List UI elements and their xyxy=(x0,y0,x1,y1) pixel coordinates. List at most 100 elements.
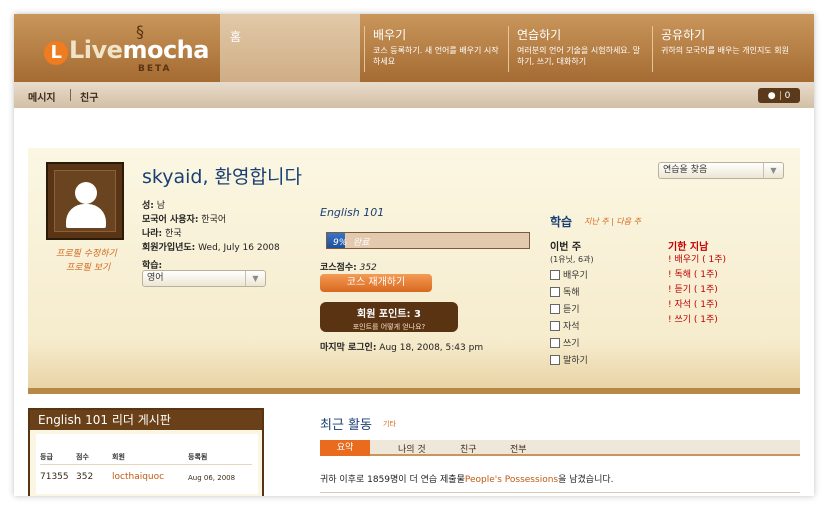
nav-learn-title: 배우기 xyxy=(373,28,407,42)
page-frame: § L Livemocha BETA 홈 배우기 코스 등록하기. 새 언어를 배… xyxy=(14,14,814,496)
tab-friends[interactable]: 친구 xyxy=(460,442,477,455)
overdue-item[interactable]: ! 독해 ( 1주) xyxy=(668,267,718,280)
row-score: 352 xyxy=(76,472,94,482)
top-header: § L Livemocha BETA 홈 배우기 코스 등록하기. 새 언어를 배… xyxy=(14,14,814,82)
logo-beta: BETA xyxy=(138,64,172,74)
overdue-item[interactable]: ! 듣기 ( 1주) xyxy=(668,282,718,295)
leaderboard-title: English 101 리더 게시판 xyxy=(30,410,262,430)
tab-all[interactable]: 전부 xyxy=(510,442,527,455)
nav-tab-share[interactable]: 공유하기 귀하의 모국어를 배우는 개인지도 회원 xyxy=(652,26,791,72)
leaderboard-panel: English 101 리더 게시판 등급 점수 회원 등록됨 71355 35… xyxy=(28,408,264,496)
messages-link[interactable]: 메시지 xyxy=(28,89,56,104)
counter-value: 0 xyxy=(784,90,791,101)
checkbox[interactable] xyxy=(550,286,560,297)
row-user-link[interactable]: locthaiquoc xyxy=(112,472,164,482)
task-label: 말하기 xyxy=(563,356,588,366)
activity-text-suffix: 을 남겼습니다. xyxy=(558,475,614,485)
tab-mine[interactable]: 나의 것 xyxy=(398,442,426,455)
view-profile-link[interactable]: 프로필 보기 xyxy=(66,260,110,273)
nav-tab-learn[interactable]: 배우기 코스 등록하기. 새 언어를 배우기 시작하세요 xyxy=(364,26,503,72)
find-practice-select[interactable]: 연습을 찾음 ▼ xyxy=(658,162,784,179)
activity-divider xyxy=(320,492,800,493)
task-speaking[interactable]: 말하기 xyxy=(550,353,588,366)
activity-more-link[interactable]: 기타 xyxy=(383,419,396,429)
course-score-label: 코스점수: xyxy=(320,263,357,273)
online-counter[interactable]: ● 0 xyxy=(758,88,800,103)
avatar-body-icon xyxy=(66,204,106,228)
col-header-rank: 등급 xyxy=(40,453,53,461)
nav-share-desc: 귀하의 모국어를 배우는 개인지도 회원 xyxy=(661,46,789,55)
avatar[interactable] xyxy=(46,162,124,240)
task-magnet[interactable]: 자석 xyxy=(550,319,580,332)
this-week-sub: (1유닛, 6과) xyxy=(550,255,594,264)
progress-text: 9% 완료 xyxy=(333,235,370,248)
find-practice-value: 연습을 찾음 xyxy=(663,165,708,175)
study-title: 학습 xyxy=(550,215,573,229)
overdue-item[interactable]: ! 배우기 ( 1주) xyxy=(668,252,726,265)
course-title[interactable]: English 101 xyxy=(320,206,384,219)
this-week-title: 이번 주 xyxy=(550,242,582,253)
country-row: 나라: 한국 xyxy=(142,226,182,239)
native-row: 모국어 사용자: 한국어 xyxy=(142,212,226,225)
task-label: 배우기 xyxy=(563,271,588,281)
points-title: 회원 포인트: 3 xyxy=(357,309,421,320)
gender-label: 성: xyxy=(142,201,154,211)
task-listening[interactable]: 듣기 xyxy=(550,302,580,315)
activity-tabs: 요약 나의 것 친구 전부 xyxy=(320,440,800,456)
col-header-joined: 등록됨 xyxy=(188,453,208,461)
nav-tab-home[interactable]: 홈 xyxy=(220,14,360,82)
checkbox[interactable] xyxy=(550,354,560,365)
leaderboard-table: 등급 점수 회원 등록됨 71355 352 locthaiquoc Aug 0… xyxy=(36,434,258,494)
learning-language-select[interactable]: 영어 ▼ xyxy=(142,270,266,287)
task-writing[interactable]: 쓰기 xyxy=(550,336,580,349)
avatar-head-icon xyxy=(75,182,97,204)
task-reading[interactable]: 독해 xyxy=(550,285,580,298)
course-progress-bar: 9% 완료 xyxy=(326,232,530,249)
livemocha-logo[interactable]: § L Livemocha BETA xyxy=(44,22,209,76)
table-divider xyxy=(40,464,252,465)
native-value: 한국어 xyxy=(201,215,227,225)
tab-summary[interactable]: 요약 xyxy=(320,440,370,456)
counter-divider xyxy=(779,91,781,100)
col-header-member: 회원 xyxy=(112,453,125,461)
row-date: Aug 06, 2008 xyxy=(188,474,236,482)
subnav-divider xyxy=(70,89,71,101)
welcome-title: skyaid, 환영합니다 xyxy=(142,166,302,188)
recent-activity-title: 최근 활동 xyxy=(320,418,372,433)
edit-profile-link[interactable]: 프로필 수정하기 xyxy=(56,246,117,259)
checkbox[interactable] xyxy=(550,303,560,314)
last-login: 마지막 로그인: Aug 18, 2008, 5:43 pm xyxy=(320,340,483,353)
profile-panel: 프로필 수정하기 프로필 보기 skyaid, 환영합니다 성: 남 모국어 사… xyxy=(28,148,800,394)
course-score: 코스점수: 352 xyxy=(320,260,377,273)
friends-link[interactable]: 친구 xyxy=(80,89,98,104)
nav-learn-desc: 코스 등록하기. 새 언어를 배우기 시작하세요 xyxy=(373,46,499,66)
member-points-button[interactable]: 회원 포인트: 3 포인트를 어떻게 얻나요? xyxy=(320,302,458,332)
checkbox[interactable] xyxy=(550,269,560,280)
joined-label: 회원가입년도: xyxy=(142,243,196,253)
nav-practice-title: 연습하기 xyxy=(517,28,562,42)
activity-link[interactable]: People's Possessions xyxy=(465,475,558,485)
logo-live-text: Live xyxy=(69,36,123,64)
week-nav-links[interactable]: 지난 주 | 다음 주 xyxy=(584,216,641,227)
nav-home-label: 홈 xyxy=(230,30,242,44)
avatar-frame xyxy=(54,170,116,232)
task-label: 독해 xyxy=(563,288,580,298)
task-label: 자석 xyxy=(563,322,580,332)
progress-percent: 9% xyxy=(333,238,348,248)
resume-course-button[interactable]: 코스 재개하기 xyxy=(320,274,432,292)
overdue-item[interactable]: ! 자석 ( 1주) xyxy=(668,297,718,310)
last-login-label: 마지막 로그인: xyxy=(320,343,377,353)
nav-practice-desc: 여러분의 언어 기술을 시험하세요. 말하기, 쓰기, 대화하기 xyxy=(517,46,641,66)
checkbox[interactable] xyxy=(550,320,560,331)
checkbox[interactable] xyxy=(550,337,560,348)
activity-item: 귀하 이후로 1859명이 더 연습 제출물People's Possessio… xyxy=(320,472,614,485)
gender-value: 남 xyxy=(156,201,166,211)
progress-status: 완료 xyxy=(353,238,370,248)
logo-mocha-text: mocha xyxy=(122,36,209,64)
logo-circle: L xyxy=(44,41,68,65)
chevron-down-icon: ▼ xyxy=(245,271,265,286)
overdue-title: 기한 지남 xyxy=(668,242,709,253)
task-learn[interactable]: 배우기 xyxy=(550,268,588,281)
overdue-item[interactable]: ! 쓰기 ( 1주) xyxy=(668,312,718,325)
nav-tab-practice[interactable]: 연습하기 여러분의 언어 기술을 시험하세요. 말하기, 쓰기, 대화하기 xyxy=(508,26,647,72)
